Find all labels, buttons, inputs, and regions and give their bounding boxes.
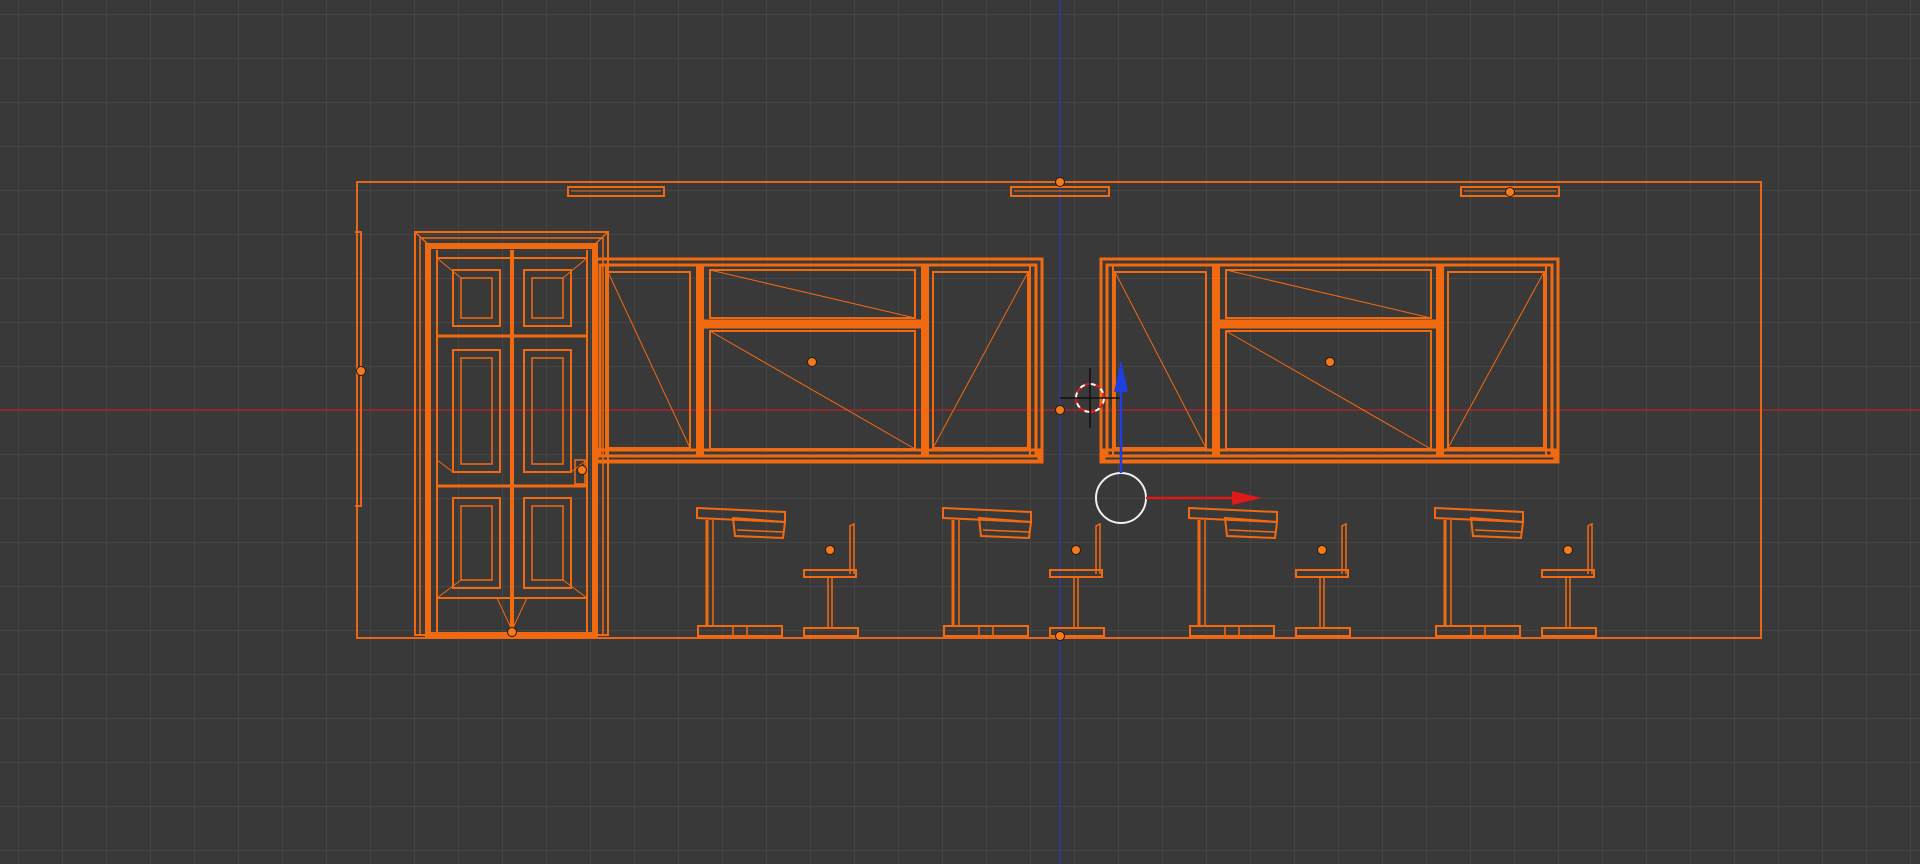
table-3[interactable] — [1188, 506, 1279, 637]
object-origin-dot — [1071, 545, 1081, 555]
3d-viewport[interactable] — [0, 0, 1920, 864]
transform-gizmo[interactable] — [1095, 360, 1262, 524]
object-origin-dot — [507, 627, 517, 637]
object-origin-dot — [1563, 545, 1573, 555]
object-origin-dot — [825, 545, 835, 555]
object-origin-dot — [1325, 357, 1335, 367]
table-4[interactable] — [1434, 506, 1525, 637]
stool-4[interactable] — [1541, 522, 1597, 637]
door[interactable] — [414, 231, 609, 638]
object-origin-dot — [807, 357, 817, 367]
stool-1[interactable] — [803, 522, 859, 637]
object-origin-dot — [1055, 177, 1065, 187]
viewport-scene[interactable] — [0, 0, 1920, 864]
gizmo-x-arrow-icon[interactable] — [1232, 491, 1262, 505]
table-1[interactable] — [696, 506, 787, 637]
object-origin-dot — [1505, 187, 1515, 197]
window-left[interactable] — [592, 257, 1044, 464]
stool-3[interactable] — [1295, 522, 1351, 637]
object-origin-dot — [1317, 545, 1327, 555]
object-origin-dot — [577, 465, 587, 475]
3d-cursor[interactable] — [1060, 368, 1120, 428]
gizmo-center-ring[interactable] — [1095, 472, 1147, 524]
gizmo-z-arrow-icon[interactable] — [1114, 360, 1128, 392]
ceiling-light-left[interactable] — [567, 186, 665, 197]
object-origin-dot — [1055, 631, 1065, 641]
object-origin-dot — [356, 366, 366, 376]
stool-2[interactable] — [1049, 522, 1105, 637]
table-2[interactable] — [942, 506, 1033, 637]
object-origin-dot — [1055, 405, 1065, 415]
